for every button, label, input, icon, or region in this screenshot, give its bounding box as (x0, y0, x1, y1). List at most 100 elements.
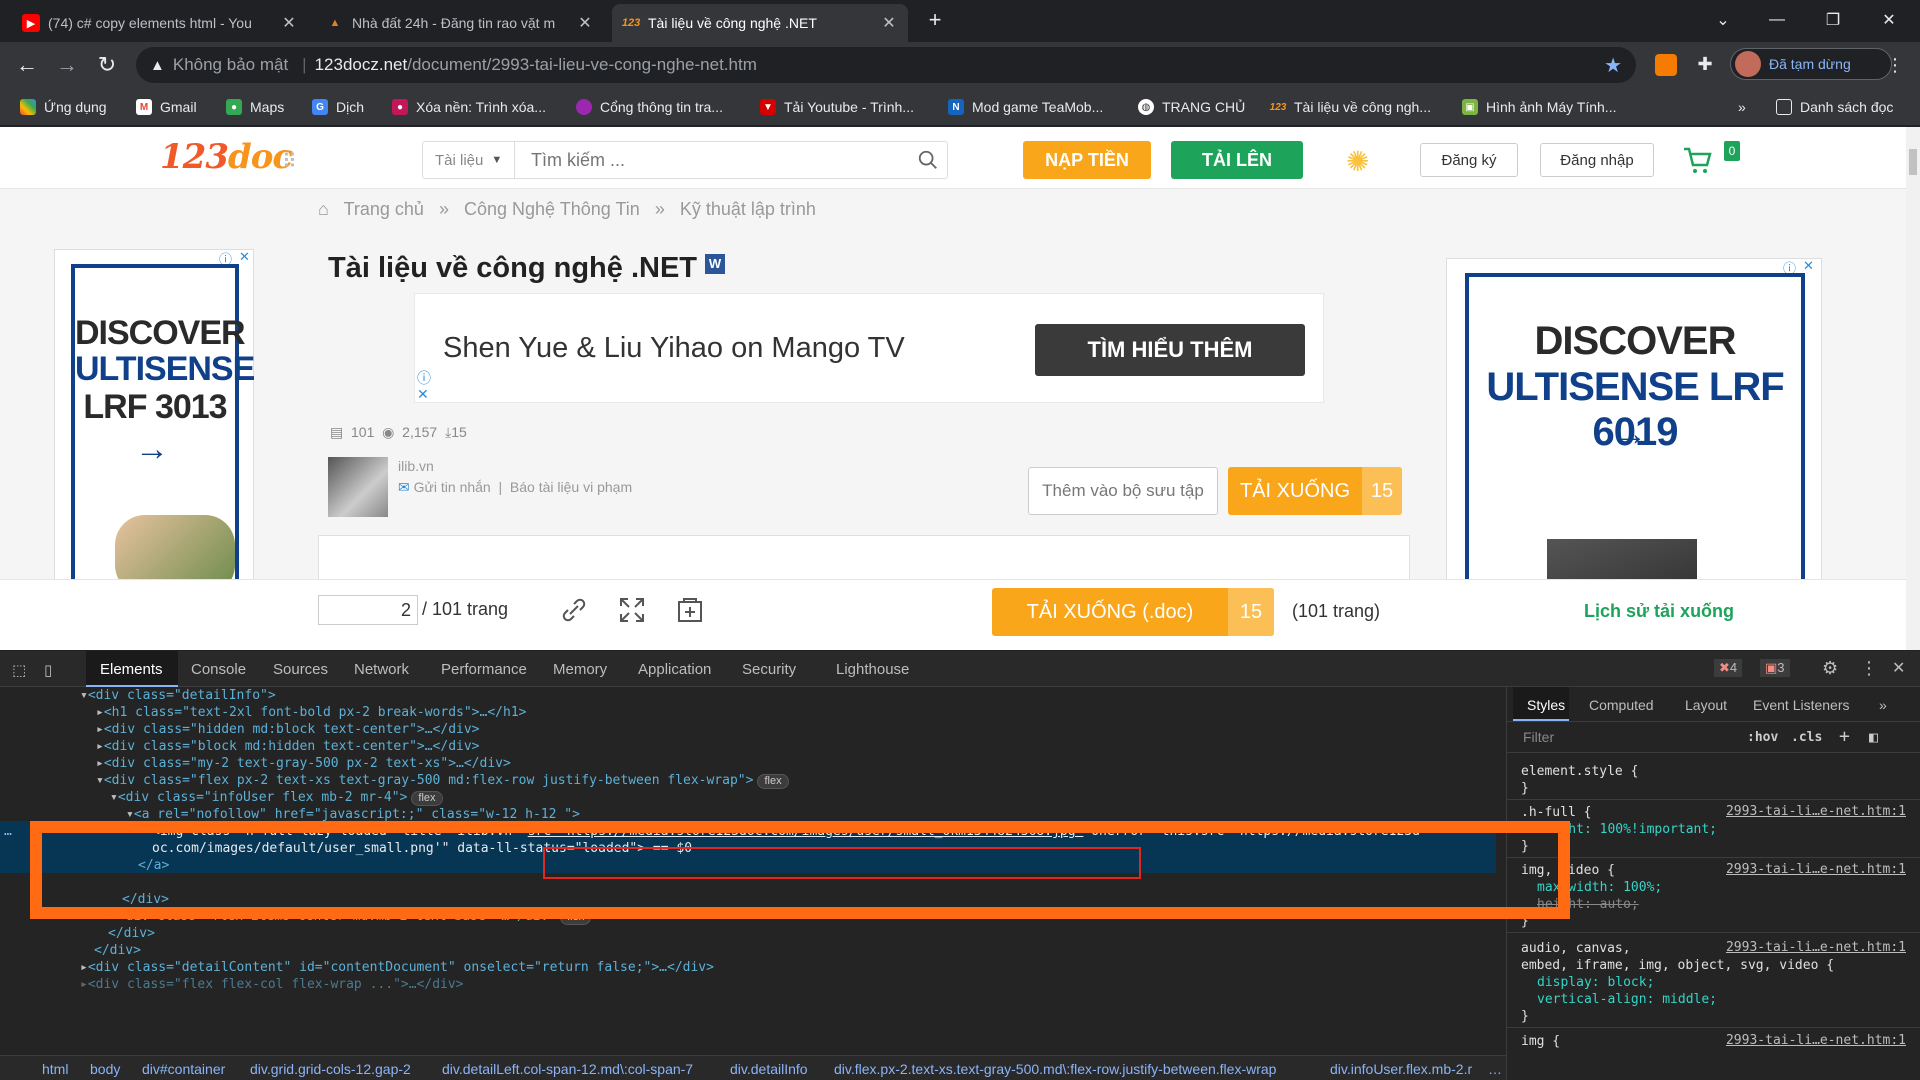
tab-elements[interactable]: Elements (100, 661, 163, 678)
tab-lighthouse[interactable]: Lighthouse (836, 661, 909, 678)
extension-icon[interactable] (1655, 54, 1677, 76)
dom-node[interactable]: ▸<div class="detailContent" id="contentD… (80, 959, 714, 976)
scrollbar-thumb[interactable] (1909, 149, 1917, 175)
tab-computed[interactable]: Computed (1589, 697, 1654, 713)
dom-node[interactable]: ▾<div class="detailInfo"> (80, 687, 276, 704)
plus-icon[interactable]: + (1839, 726, 1850, 747)
puzzle-icon[interactable]: ✚ (1694, 54, 1716, 76)
crumb-detail-left[interactable]: div.detailLeft.col-span-12.md\:col-span-… (442, 1061, 693, 1077)
ad-close-icon[interactable]: ✕ (417, 386, 429, 403)
tab-search-icon[interactable]: ⌄ (1700, 4, 1746, 36)
crumb-body[interactable]: body (90, 1061, 120, 1077)
crumb-infouser[interactable]: div.infoUser.flex.mb-2.r (1330, 1061, 1472, 1077)
new-tab-button[interactable]: + (912, 4, 958, 36)
bookmark-apps[interactable]: Ứng dụng (20, 96, 107, 118)
dom-node[interactable]: ▾<div class="flex px-2 text-xs text-gray… (96, 772, 789, 789)
download-button[interactable]: TẢI XUỐNG 15 (1228, 467, 1402, 515)
topup-button[interactable]: NẠP TIỀN (1023, 141, 1151, 179)
banner-ad[interactable]: Shen Yue & Liu Yihao on Mango TV TÌM HIỂ… (414, 293, 1324, 403)
bookmark-removebg[interactable]: ● Xóa nền: Trình xóa... (392, 96, 546, 118)
forward-button[interactable]: → (52, 50, 82, 80)
bookmark-ytdownload[interactable]: ▼ Tải Youtube - Trình... (760, 96, 914, 118)
bookmark-home[interactable]: ◍ TRANG CHỦ (1138, 96, 1245, 118)
tab-sources[interactable]: Sources (273, 661, 328, 678)
search-category-select[interactable]: Tài liệu ▼ (423, 142, 515, 178)
kebab-icon[interactable]: ⋮ (1860, 658, 1878, 679)
ad-close-icon[interactable]: ✕ (1803, 258, 1814, 274)
category-grid-icon[interactable]: ⠿ (282, 149, 297, 174)
sidebar-toggle-icon[interactable]: ◧ (1869, 728, 1878, 746)
upload-button[interactable]: TẢI LÊN (1171, 141, 1303, 179)
dom-node[interactable]: ▸<div class="hidden md:block text-center… (96, 721, 480, 738)
address-bar[interactable]: ▲ Không bảo mật | 123docz.net/document/2… (136, 47, 1636, 83)
reload-button[interactable]: ↻ (92, 50, 122, 80)
window-close-button[interactable]: ✕ (1866, 4, 1912, 36)
style-prop[interactable]: display: block; (1537, 974, 1654, 991)
breadcrumb-home[interactable]: Trang chủ (344, 199, 424, 219)
cart-icon[interactable] (1682, 145, 1714, 175)
dom-node[interactable]: ▸<h1 class="text-2xl font-bold px-2 brea… (96, 704, 526, 721)
sun-icon[interactable]: ✺ (1346, 145, 1369, 178)
tab-event-listeners[interactable]: Event Listeners (1753, 697, 1850, 713)
dom-node[interactable]: ▸<div class="my-2 text-gray-500 px-2 tex… (96, 755, 511, 772)
login-button[interactable]: Đăng nhập (1540, 143, 1654, 177)
ad-info-icon[interactable]: ⓘ (417, 368, 431, 388)
close-icon[interactable]: ✕ (880, 13, 898, 33)
tab-console[interactable]: Console (191, 661, 246, 678)
uploader-avatar[interactable] (328, 457, 388, 517)
crumb-html[interactable]: html (42, 1061, 68, 1077)
dom-node[interactable]: </div> (94, 942, 141, 959)
bookmarks-more[interactable]: » (1738, 96, 1746, 118)
download-doc-button[interactable]: TẢI XUỐNG (.doc) 15 (992, 588, 1274, 636)
bookmark-translate[interactable]: G Dịch (312, 96, 364, 118)
close-icon[interactable]: ✕ (280, 13, 298, 33)
profile-button[interactable]: Đã tạm dừng (1730, 48, 1892, 80)
tab-123doc[interactable]: 123 Tài liệu về công nghệ .NET ✕ (612, 4, 908, 42)
style-source-link[interactable]: 2993-tai-li…e-net.htm:1 (1726, 862, 1906, 877)
bookmark-images[interactable]: ▣ Hình ảnh Máy Tính... (1462, 96, 1616, 118)
send-message-link[interactable]: Gửi tin nhắn (414, 479, 491, 495)
tab-performance[interactable]: Performance (441, 661, 527, 678)
add-folder-icon[interactable] (676, 596, 704, 624)
breadcrumb-programming[interactable]: Kỹ thuật lập trình (680, 199, 816, 219)
hov-toggle[interactable]: :hov (1747, 730, 1778, 745)
download-history-link[interactable]: Lịch sử tải xuống (1584, 601, 1734, 622)
tab-nhadat[interactable]: ▲ Nhà đất 24h - Đăng tin rao vặt m ✕ (316, 4, 604, 42)
tab-layout[interactable]: Layout (1685, 697, 1727, 713)
security-label[interactable]: Không bảo mật (173, 55, 288, 75)
crumb-grid[interactable]: div.grid.grid-cols-12.gap-2 (250, 1061, 411, 1077)
fullscreen-icon[interactable] (618, 596, 646, 624)
menu-kebab-icon[interactable]: ⋮ (1880, 50, 1910, 80)
style-prop[interactable]: vertical-align: middle; (1537, 991, 1717, 1008)
bookmark-123doc[interactable]: 123 Tài liệu về công ngh... (1270, 96, 1431, 118)
tab-memory[interactable]: Memory (553, 661, 607, 678)
search-icon[interactable] (917, 149, 939, 171)
minimize-button[interactable]: — (1754, 4, 1800, 36)
page-number-input[interactable] (318, 595, 418, 625)
styles-filter-input[interactable]: Filter (1523, 729, 1554, 745)
bookmark-gmail[interactable]: M Gmail (136, 96, 197, 118)
tab-network[interactable]: Network (354, 661, 409, 678)
banner-cta-button[interactable]: TÌM HIỂU THÊM (1035, 324, 1305, 376)
tab-styles[interactable]: Styles (1527, 697, 1565, 713)
page-scrollbar[interactable] (1906, 127, 1920, 650)
search-input[interactable] (515, 142, 915, 178)
crumb-more[interactable]: … (1488, 1061, 1502, 1077)
crumb-detail-info[interactable]: div.detailInfo (730, 1061, 808, 1077)
breadcrumb-it[interactable]: Công Nghệ Thông Tin (464, 199, 640, 219)
restore-button[interactable]: ❐ (1810, 4, 1856, 36)
close-icon[interactable]: ✕ (576, 13, 594, 33)
flex-badge[interactable]: flex (757, 774, 789, 789)
warning-icon[interactable]: ▲ (150, 57, 165, 74)
report-link[interactable]: Báo tài liệu vi phạm (510, 479, 632, 495)
style-source-link[interactable]: 2993-tai-li…e-net.htm:1 (1726, 1033, 1906, 1048)
crumb-container[interactable]: div#container (142, 1061, 225, 1077)
inspect-icon[interactable]: ⬚ (12, 661, 26, 679)
dom-node[interactable]: </div> (108, 925, 155, 942)
close-icon[interactable]: ✕ (1892, 658, 1905, 678)
site-logo[interactable]: 123doc (160, 137, 293, 177)
warning-count[interactable]: ▣3 (1760, 659, 1790, 677)
device-toggle-icon[interactable]: ▯ (44, 661, 52, 679)
dom-node[interactable]: ▸<div class="flex flex-col flex-wrap ...… (80, 976, 464, 993)
style-source-link[interactable]: 2993-tai-li…e-net.htm:1 (1726, 804, 1906, 819)
